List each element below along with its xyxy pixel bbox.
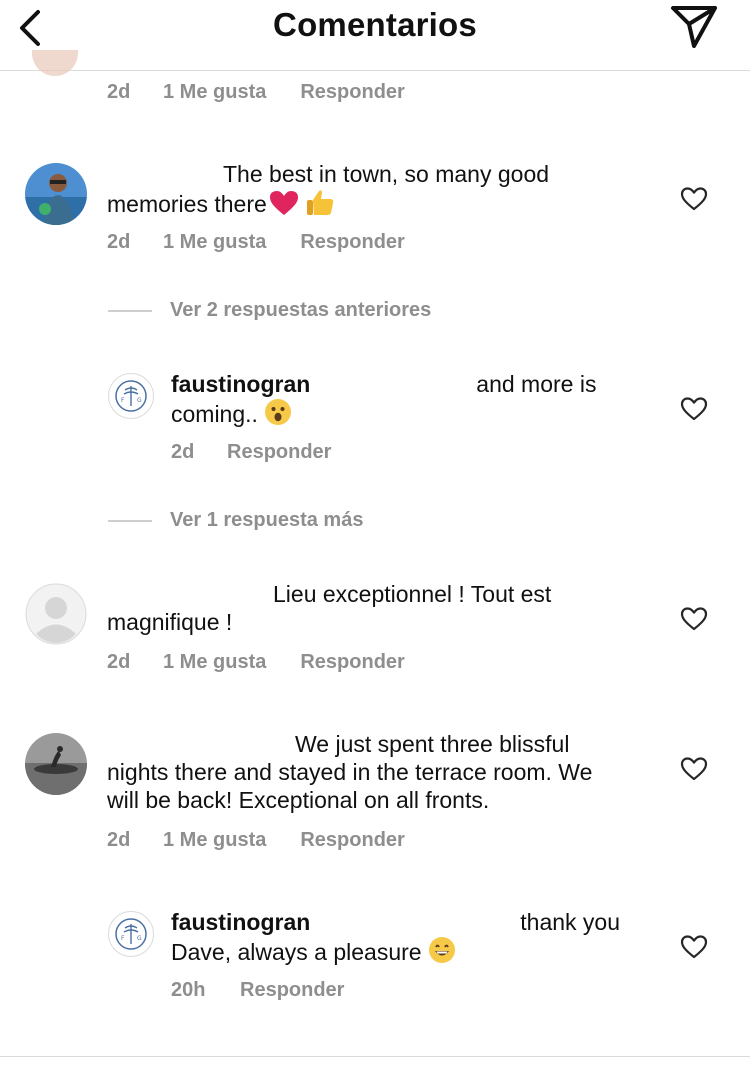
comment-meta: 2d 1 Me gusta Responder (107, 829, 405, 852)
comment-meta: 2d Responder (171, 441, 331, 464)
reply-item: F G faustinogran and more is coming.. 2d R… (0, 370, 750, 480)
comment-text: Lieu exceptionnel ! Tout est magnifique … (107, 581, 552, 635)
avatar (32, 50, 78, 76)
avatar[interactable]: F G (108, 373, 154, 419)
reply-link[interactable]: Responder (227, 441, 331, 464)
comment-time: 2d (107, 81, 131, 103)
avatar[interactable] (25, 583, 87, 645)
chevron-left-icon (20, 10, 40, 46)
username-link[interactable]: faustinogran (171, 909, 310, 935)
redacted-username (107, 163, 223, 185)
redacted-mention (310, 911, 520, 933)
page-title: Comentarios (273, 6, 477, 43)
like-button[interactable] (680, 606, 708, 632)
comment-time: 2d (171, 441, 195, 463)
comment-meta: 2d 1 Me gusta Responder (107, 81, 405, 104)
surprised-face-emoji (264, 398, 292, 432)
paper-plane-icon (671, 6, 717, 48)
avatar[interactable]: F G (108, 911, 154, 957)
comment-time: 2d (107, 231, 131, 253)
username-link[interactable]: faustinogran (171, 371, 310, 397)
back-button[interactable] (14, 6, 48, 50)
reply-link[interactable]: Responder (300, 81, 404, 104)
reply-link[interactable]: Responder (300, 829, 404, 852)
share-button[interactable] (668, 2, 720, 50)
thread-line (108, 309, 152, 312)
comment-meta: 2d 1 Me gusta Responder (107, 231, 405, 254)
redacted-username (107, 583, 273, 605)
view-more-replies-link[interactable]: Ver 1 respuesta más (108, 509, 363, 535)
grinning-face-emoji (428, 936, 456, 970)
heart-outline-icon (680, 397, 708, 421)
brand-logo-icon: F G (115, 918, 147, 950)
heart-outline-icon (680, 607, 708, 631)
like-button[interactable] (680, 756, 708, 782)
likes-count-link[interactable]: 1 Me gusta (163, 231, 266, 254)
heart-emoji (269, 190, 299, 222)
likes-count-link[interactable]: 1 Me gusta (163, 829, 266, 852)
comment-text: faustinogran and more is coming.. (171, 370, 627, 432)
svg-text:G: G (137, 935, 142, 942)
heart-outline-icon (680, 935, 708, 959)
reply-link[interactable]: Responder (300, 651, 404, 674)
comment-meta: 20h Responder (171, 979, 344, 1002)
comment-meta: 2d 1 Me gusta Responder (107, 651, 405, 674)
like-button[interactable] (680, 934, 708, 960)
svg-text:F: F (121, 935, 125, 942)
default-profile-icon (25, 583, 87, 645)
comment-item: Lieu exceptionnel ! Tout est magnifique … (0, 580, 750, 690)
comment-text: faustinogran thank you Dave, always a ple… (171, 908, 627, 970)
comment-text: The best in town, so many good memories … (107, 160, 627, 222)
divider (0, 1056, 750, 1057)
like-button[interactable] (680, 186, 708, 212)
heart-outline-icon (680, 187, 708, 211)
heart-outline-icon (680, 757, 708, 781)
likes-count-link[interactable]: 1 Me gusta (163, 81, 266, 104)
svg-text:F: F (121, 397, 125, 404)
avatar[interactable] (25, 163, 87, 225)
thumbs-up-emoji (305, 188, 335, 222)
likes-count-link[interactable]: 1 Me gusta (163, 651, 266, 674)
like-button[interactable] (680, 396, 708, 422)
reply-item: F G faustinogran thank you Dave, always a… (0, 908, 750, 1018)
redacted-mention (310, 373, 476, 395)
svg-text:G: G (137, 397, 142, 404)
redacted-username (107, 733, 295, 755)
header-bar: Comentarios (0, 0, 750, 71)
view-replies-link[interactable]: Ver 2 respuestas anteriores (108, 299, 431, 325)
comment-item: The best in town, so many good memories … (0, 160, 750, 270)
reply-link[interactable]: Responder (300, 231, 404, 254)
avatar[interactable] (25, 733, 87, 795)
comment-time: 2d (107, 651, 131, 673)
comment-time: 20h (171, 979, 206, 1001)
comment-text: We just spent three blissful nights ther… (107, 731, 593, 813)
brand-logo-icon: F G (115, 380, 147, 412)
reply-link[interactable]: Responder (240, 979, 344, 1002)
comment-time: 2d (107, 829, 131, 851)
comment-item: We just spent three blissful nights ther… (0, 730, 750, 870)
thread-line (108, 519, 152, 522)
